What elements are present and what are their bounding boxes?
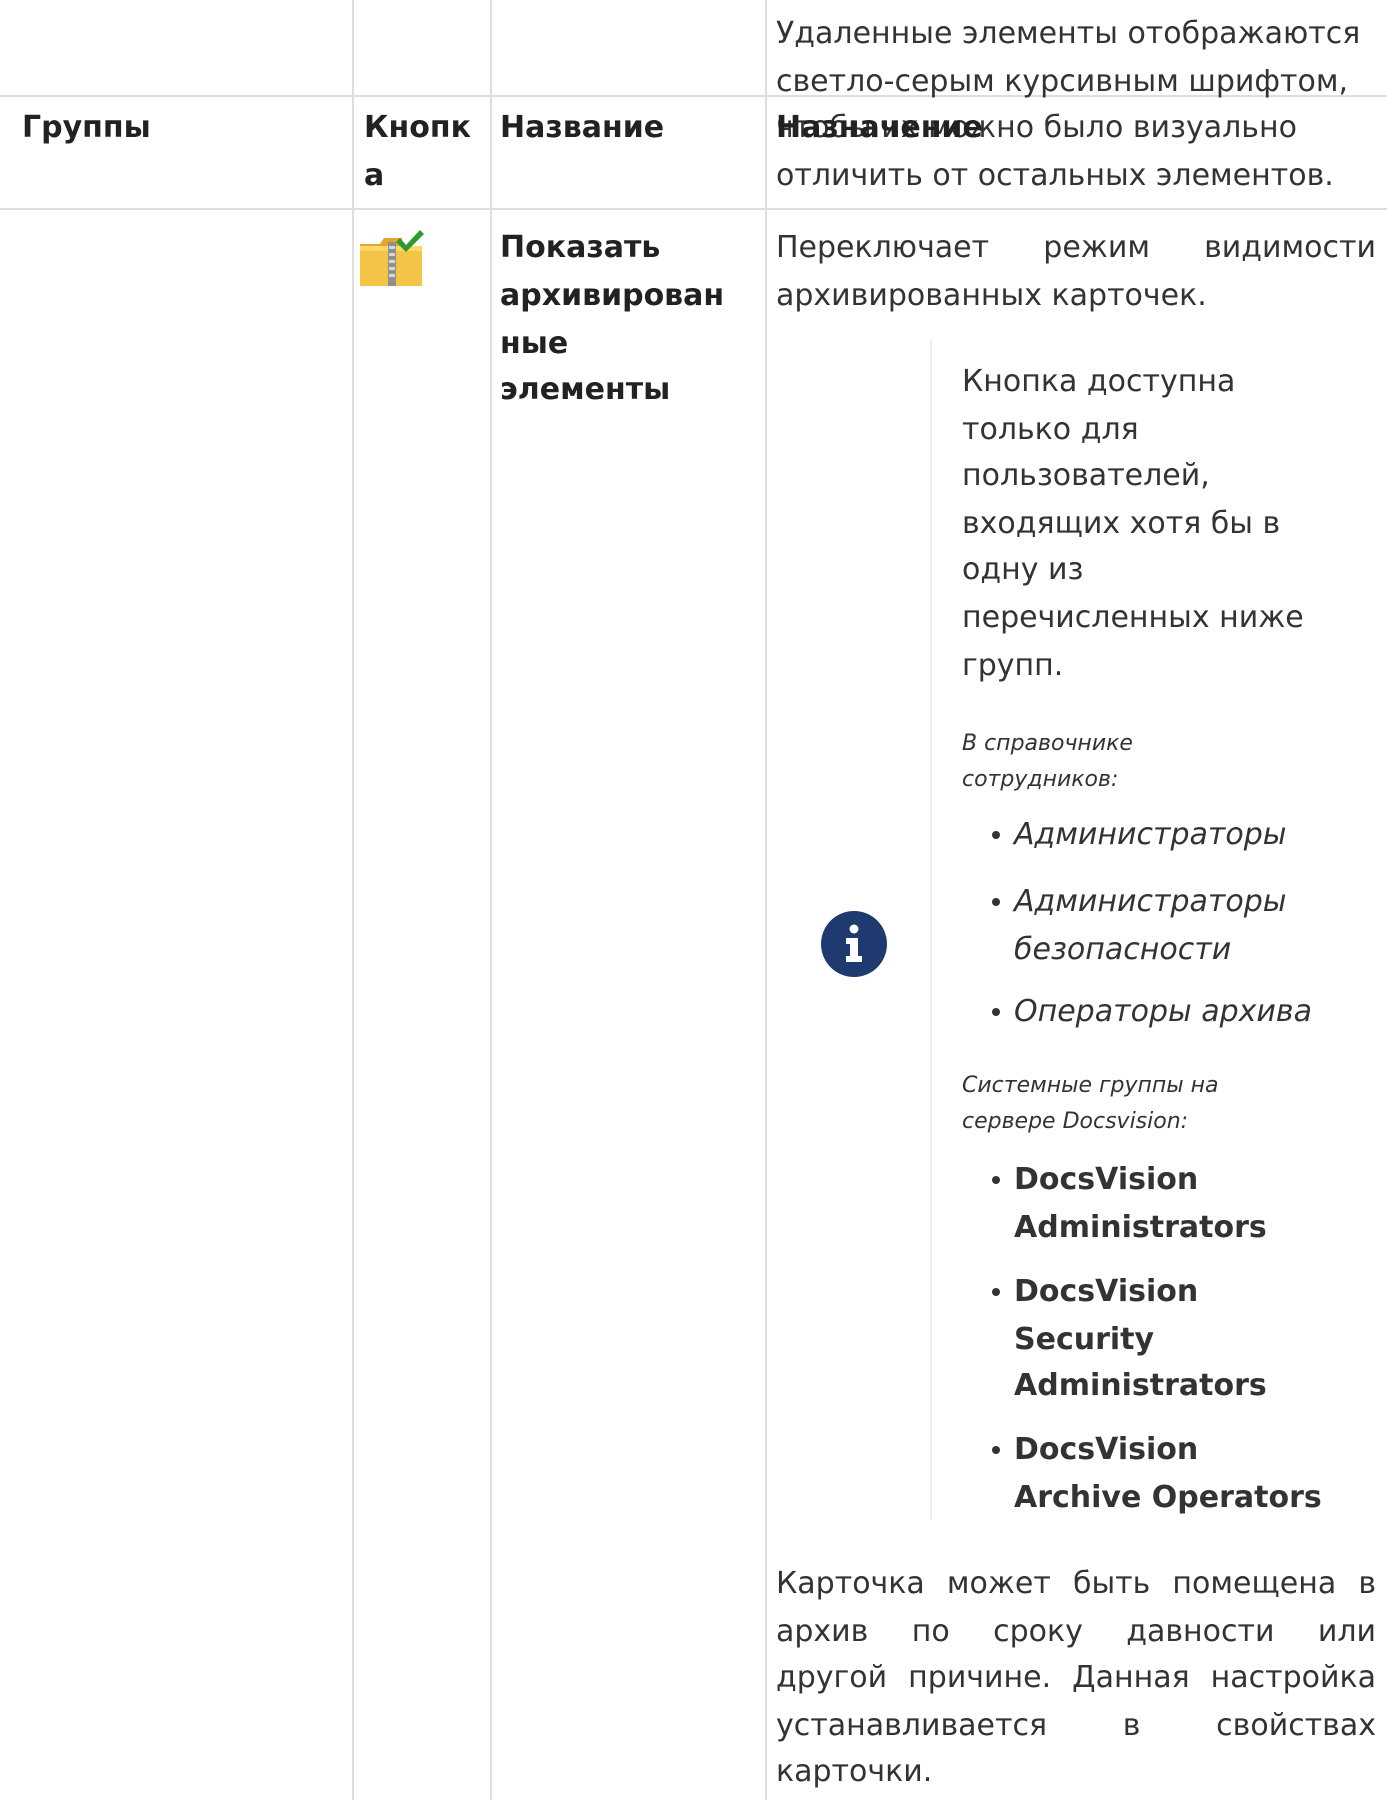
footer-line-5: карточки. (776, 1754, 933, 1789)
table-divider-name (765, 0, 767, 1800)
archive-folder-check-icon (358, 228, 426, 290)
footer-line-3: другой причине. Данная настройка (776, 1660, 1376, 1695)
table-rule-header (0, 208, 1387, 210)
intro-line-1: Удаленные элементы отображаются (776, 16, 1361, 51)
header-name: Название (500, 110, 665, 145)
note-line-5: одну из (962, 552, 1084, 587)
note-line-4: входящих хотя бы в (962, 506, 1281, 541)
table-divider-button (490, 0, 492, 1800)
intro-line-4: отличить от остальных элементов. (776, 158, 1334, 193)
header-groups: Группы (22, 110, 151, 145)
row-name-line-3: ные (500, 326, 569, 361)
note-line-2: только для (962, 412, 1139, 447)
row-purpose-line-1: Переключает режим видимости (776, 230, 1376, 265)
footer-line-4: устанавливается в свойствах (776, 1708, 1376, 1743)
header-button-line-1: Кнопк (364, 110, 471, 145)
note-line-1: Кнопка доступна (962, 364, 1236, 399)
footer-line-1: Карточка может быть помещена в (776, 1566, 1376, 1601)
table-divider-groups (352, 0, 354, 1800)
system-groups-heading-2: сервере Docsvision: (962, 1109, 1189, 1134)
admonition-divider (930, 340, 932, 1520)
note-line-3: пользователей, (962, 458, 1210, 493)
row-name-line-4: элементы (500, 372, 671, 407)
employee-directory-heading-1: В справочнике (962, 731, 1133, 756)
row-purpose-line-2: архивированных карточек. (776, 278, 1207, 313)
note-line-7: групп. (962, 648, 1064, 683)
note-line-6: перечисленных ниже (962, 600, 1304, 635)
row-name-line-2: архивирован (500, 278, 725, 313)
row-name-line-1: Показать (500, 230, 661, 265)
system-groups-heading-1: Системные группы на (962, 1073, 1219, 1098)
header-button-line-2: а (364, 158, 385, 193)
info-icon (821, 911, 887, 977)
employee-directory-heading-2: сотрудников: (962, 767, 1119, 792)
footer-line-2: архив по сроку давности или (776, 1614, 1376, 1649)
intro-line-2: светло-серым курсивным шрифтом, (776, 64, 1349, 99)
header-purpose: Назначение (776, 110, 983, 145)
